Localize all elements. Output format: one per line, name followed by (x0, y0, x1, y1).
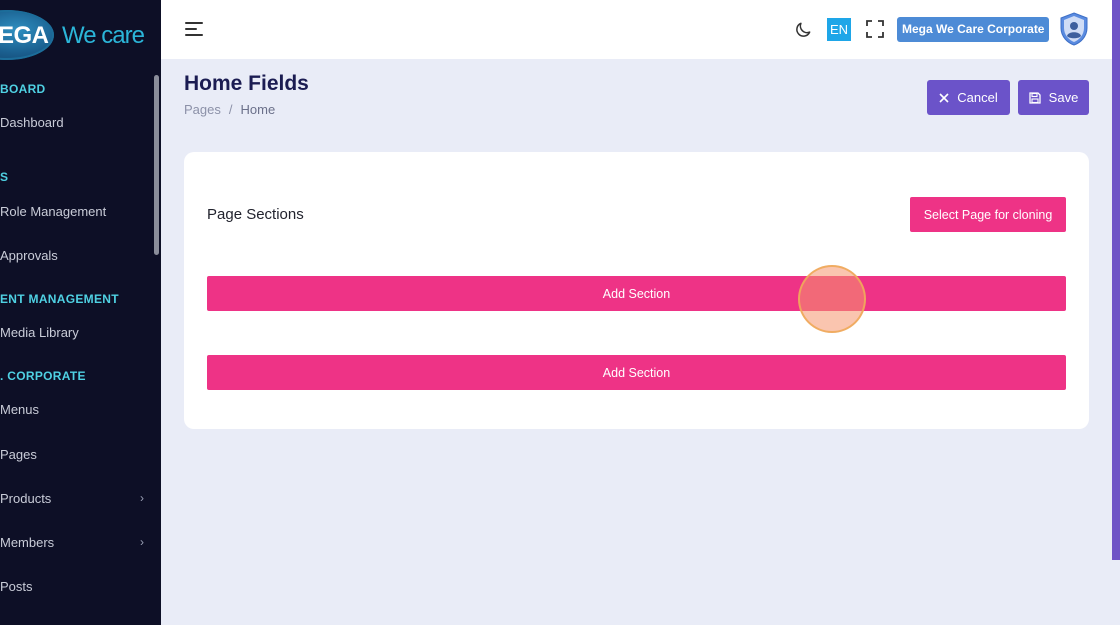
language-button[interactable]: EN (827, 18, 851, 41)
sidebar: EGA We care BOARD Dashboard S Role Manag… (0, 0, 161, 625)
save-button[interactable]: Save (1018, 80, 1089, 115)
sidebar-item-role-management[interactable]: Role Management (0, 204, 150, 219)
chevron-right-icon: › (140, 491, 144, 505)
logo-text-right: We care (62, 22, 145, 49)
page-title: Home Fields (184, 72, 309, 95)
floppy-disk-icon (1029, 91, 1041, 104)
cancel-button[interactable]: Cancel (927, 80, 1010, 115)
close-icon (939, 92, 949, 103)
add-section-button[interactable]: Add Section (207, 276, 1066, 311)
corporate-badge[interactable]: Mega We Care Corporate (897, 17, 1050, 42)
sidebar-item-media-library[interactable]: Media Library (0, 325, 150, 340)
topbar: EN Mega We Care Corporate (161, 0, 1120, 59)
breadcrumb-home: Home (240, 102, 276, 117)
sidebar-item-approvals[interactable]: Approvals (0, 248, 150, 263)
sidebar-heading-corporate: . CORPORATE (0, 369, 86, 383)
user-avatar-icon[interactable] (1059, 12, 1089, 46)
sidebar-item-members[interactable]: Members › (0, 535, 150, 550)
sidebar-heading-dashboard: BOARD (0, 82, 46, 96)
moon-icon[interactable] (793, 20, 813, 40)
page-scrollbar[interactable] (1112, 0, 1120, 560)
sidebar-item-products[interactable]: Products › (0, 491, 150, 506)
page-sections-card: Page Sections Select Page for cloning Ad… (184, 152, 1089, 429)
sidebar-item-pages[interactable]: Pages (0, 447, 150, 462)
logo[interactable]: EGA We care (0, 0, 161, 60)
sidebar-scrollbar[interactable] (154, 75, 159, 255)
sidebar-heading-content-management: ENT MANAGEMENT (0, 292, 119, 306)
add-section-button[interactable]: Add Section (207, 355, 1066, 390)
sidebar-item-dashboard[interactable]: Dashboard (0, 115, 150, 130)
click-indicator (798, 265, 866, 333)
breadcrumb-separator: / (228, 102, 233, 117)
sidebar-item-posts[interactable]: Posts (0, 579, 150, 594)
breadcrumb-pages[interactable]: Pages (184, 102, 221, 117)
chevron-right-icon: › (140, 535, 144, 549)
sidebar-heading-users: S (0, 170, 9, 184)
select-page-for-cloning-button[interactable]: Select Page for cloning (910, 197, 1066, 232)
card-title: Page Sections (207, 206, 304, 223)
fullscreen-icon[interactable] (866, 20, 884, 38)
logo-text-left: EGA (0, 22, 49, 49)
sidebar-item-menus[interactable]: Menus (0, 402, 150, 417)
breadcrumb: Pages / Home (184, 102, 275, 117)
menu-toggle-icon[interactable] (185, 22, 203, 36)
